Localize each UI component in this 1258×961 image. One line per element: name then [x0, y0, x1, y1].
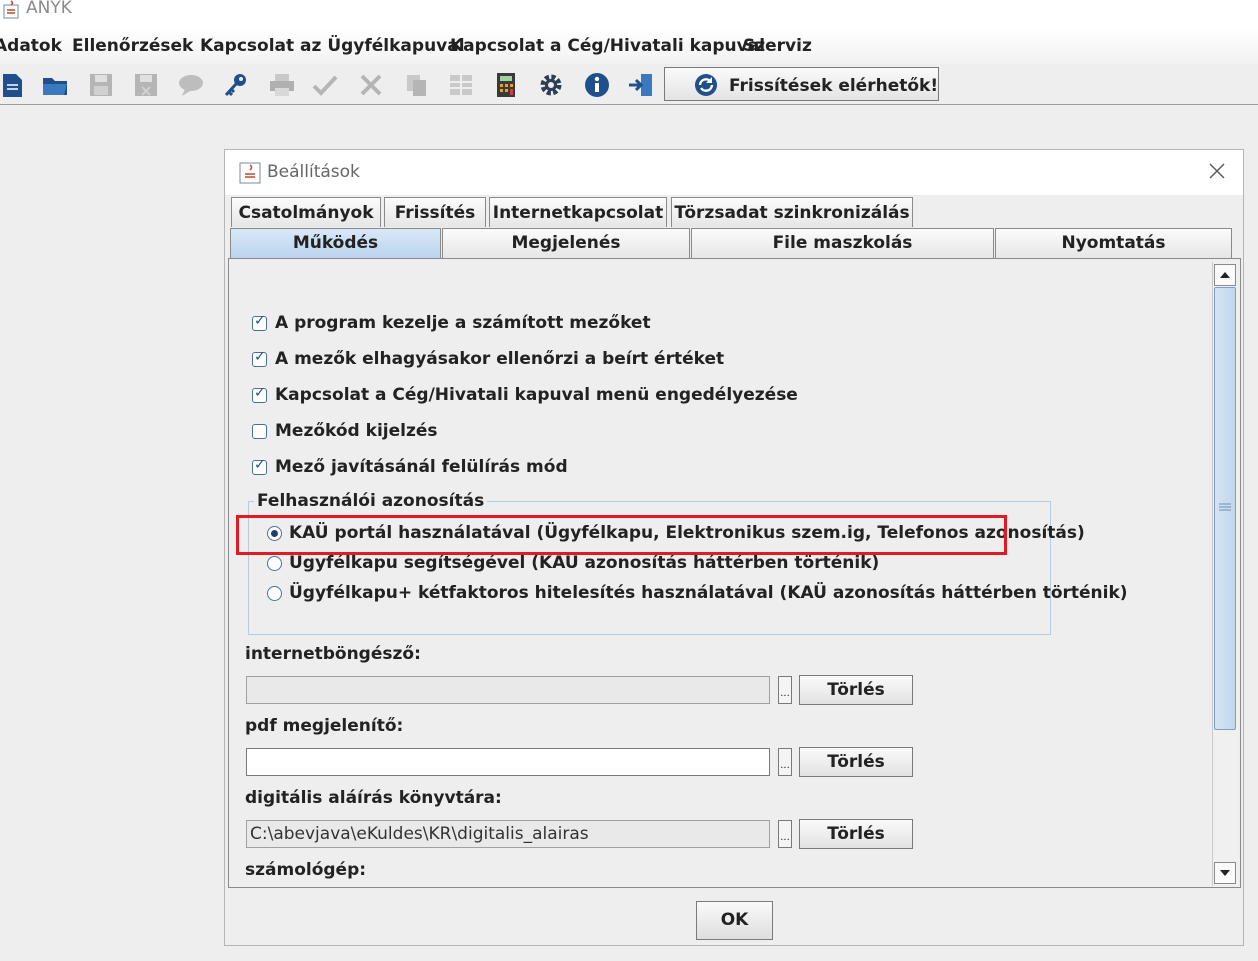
exit-icon[interactable] [627, 72, 655, 98]
tab-file-maszkolas[interactable]: File maszkolás [691, 228, 994, 258]
java-app-icon [3, 0, 19, 19]
browser-delete-button[interactable]: Törlés [799, 675, 913, 705]
key-icon[interactable] [222, 72, 250, 98]
browser-label: internetböngésző: [245, 644, 421, 664]
checkmark-icon: ✓ [254, 385, 266, 401]
scroll-down-button[interactable] [1214, 862, 1236, 884]
checkbox-calculated-fields[interactable]: ✓ [252, 313, 267, 331]
new-document-icon[interactable] [0, 72, 28, 98]
menu-ellenorzesek[interactable]: Ellenőrzések [72, 36, 193, 56]
signature-dir-label: digitális aláírás könyvtára: [245, 788, 502, 808]
checkbox-overwrite-mode[interactable]: ✓ [252, 457, 267, 475]
dialog-titlebar [225, 150, 1243, 195]
tab-mukodes[interactable]: Működés [230, 228, 441, 259]
grid-icon[interactable] [447, 72, 475, 98]
updates-available-button[interactable]: Frissítések elérhetők! [664, 67, 939, 101]
option-label: Mezőkód kijelzés [275, 421, 438, 441]
menu-ceg-hivatali-kapu[interactable]: Kapcsolat a Cég/Hivatali kapuval [450, 36, 765, 56]
tab-internetkapcsolat[interactable]: Internetkapcsolat [489, 197, 667, 227]
option-label: Mező javításánál felülírás mód [275, 457, 568, 477]
pdf-delete-button[interactable]: Törlés [799, 747, 913, 777]
highlight-box [236, 515, 1007, 555]
signature-browse-button[interactable]: ... [778, 820, 792, 848]
java-app-icon [239, 162, 261, 184]
print-icon[interactable] [268, 72, 296, 98]
close-icon[interactable] [1208, 162, 1226, 180]
browser-path-field[interactable] [246, 676, 770, 704]
option-label: A program kezelje a számított mezőket [275, 313, 651, 333]
calculator-label: számológép: [245, 860, 367, 880]
delete-icon[interactable] [357, 72, 385, 98]
pdf-browse-button[interactable]: ... [778, 748, 792, 776]
checkmark-icon: ✓ [254, 457, 266, 473]
copy-icon[interactable] [403, 72, 431, 98]
option-label: Kapcsolat a Cég/Hivatali kapuval menü en… [275, 385, 798, 405]
checkmark-icon: ✓ [254, 313, 266, 329]
info-icon[interactable] [583, 72, 611, 98]
gear-icon[interactable] [537, 72, 565, 98]
menu-bar: Adatok Ellenőrzések Kapcsolat az Ügyfélk… [0, 28, 1258, 65]
tab-torzsadat-szinkronizalas[interactable]: Törzsadat szinkronizálás [671, 197, 913, 227]
checkbox-enable-ceg-menu[interactable]: ✓ [252, 385, 267, 403]
group-title: Felhasználói azonosítás [254, 491, 488, 511]
tab-frissites[interactable]: Frissítés [384, 197, 486, 227]
tab-csatolmanyok[interactable]: Csatolmányok [231, 197, 381, 227]
arrow-down-icon [1220, 870, 1230, 876]
scroll-thumb[interactable] [1214, 287, 1236, 730]
signature-dir-field[interactable]: C:\abevjava\eKuldes\KR\digitalis_alairas [246, 820, 770, 848]
signature-delete-button[interactable]: Törlés [799, 819, 913, 849]
tab-megjelenes[interactable]: Megjelenés [442, 228, 690, 258]
ok-button[interactable]: OK [696, 901, 773, 940]
radio-label: Ügyfélkapu segítségével (KAÜ azonosítás … [289, 553, 880, 573]
arrow-up-icon [1220, 272, 1230, 278]
radio-ugyfelkapu[interactable] [267, 556, 282, 571]
pdf-viewer-label: pdf megjelenítő: [245, 716, 404, 736]
open-folder-icon[interactable] [41, 72, 69, 98]
scroll-up-button[interactable] [1214, 264, 1236, 286]
menu-ugyfelkapu[interactable]: Kapcsolat az Ügyfélkapuval [200, 36, 465, 56]
menu-szerviz[interactable]: Szerviz [743, 36, 812, 56]
checkmark-icon: ✓ [254, 349, 266, 365]
save-icon[interactable] [87, 72, 115, 98]
calculator-icon[interactable] [492, 72, 520, 98]
pdf-viewer-field[interactable] [246, 748, 770, 776]
checkbox-validate-on-leave[interactable]: ✓ [252, 349, 267, 367]
browser-browse-button[interactable]: ... [778, 676, 792, 704]
option-label: A mezők elhagyásakor ellenőrzi a beírt é… [275, 349, 725, 369]
comment-icon[interactable] [177, 72, 205, 98]
app-titlebar [0, 0, 1258, 28]
dialog-title: Beállítások [267, 162, 360, 182]
radio-label: Ügyfélkapu+ kétfaktoros hitelesítés hasz… [289, 583, 1128, 603]
grip-icon [1219, 503, 1231, 511]
refresh-icon [695, 74, 717, 96]
check-icon[interactable] [311, 72, 339, 98]
save-as-icon[interactable] [132, 72, 160, 98]
tab-nyomtatas[interactable]: Nyomtatás [995, 228, 1232, 258]
menu-adatok[interactable]: Adatok [0, 36, 62, 56]
checkbox-field-code-display[interactable] [252, 424, 267, 439]
radio-ugyfelkapu-plus[interactable] [267, 586, 282, 601]
updates-available-label: Frissítések elérhetők! [729, 76, 939, 96]
app-title: ANYK [26, 0, 72, 18]
